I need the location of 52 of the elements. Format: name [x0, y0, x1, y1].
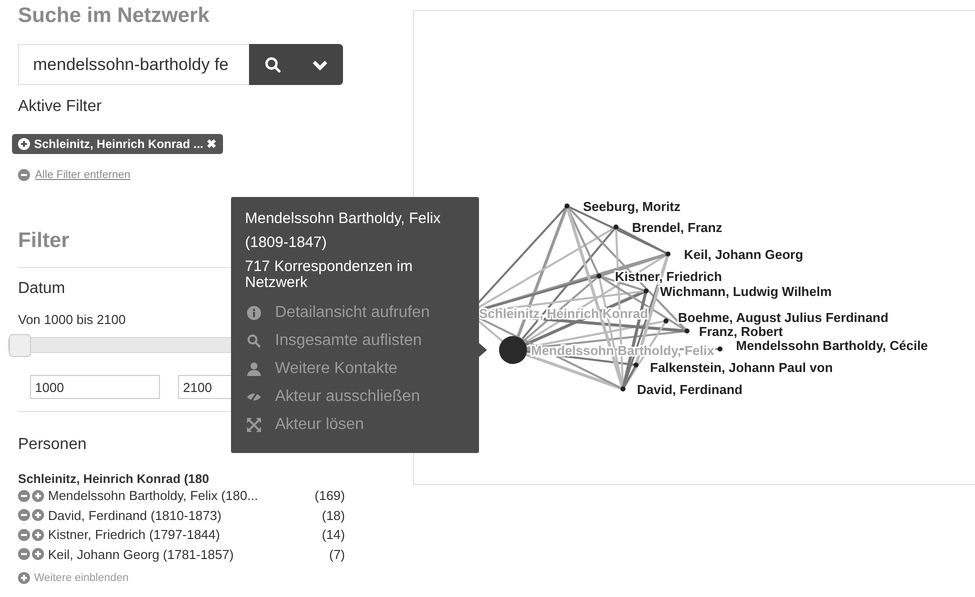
person-name[interactable]: Keil, Johann Georg (1781-1857): [48, 546, 328, 562]
minus-circle-icon[interactable]: [18, 509, 30, 522]
dropdown-button[interactable]: [296, 44, 343, 85]
minus-circle-icon[interactable]: [18, 528, 30, 541]
node-label: Mendelssohn Bartholdy, Cécile: [736, 338, 928, 353]
search-icon: [247, 334, 261, 348]
remove-filters-link[interactable]: Alle Filter entfernen: [35, 169, 130, 181]
minus-circle-icon[interactable]: [18, 490, 30, 502]
person-count: (7): [329, 546, 345, 562]
tooltip-name: Mendelssohn Bartholdy, Felix: [245, 211, 442, 227]
section-title: Filter: [18, 229, 70, 254]
minus-circle-icon[interactable]: [18, 169, 30, 181]
plus-circle-icon: [18, 138, 30, 150]
search-field[interactable]: mendelssohn-bartholdy fe: [18, 44, 249, 85]
person-count: (18): [322, 508, 345, 523]
plus-circle-icon[interactable]: [32, 509, 44, 522]
tooltip-dates: (1809-1847): [245, 235, 328, 251]
minus-circle-icon[interactable]: [18, 548, 30, 560]
person-name[interactable]: David, Ferdinand (1810-1873): [48, 508, 320, 523]
node-label: Brendel, Franz: [632, 220, 722, 235]
slider-thumb[interactable]: [9, 334, 31, 357]
section-title: Suche im Netzwerk: [18, 4, 210, 29]
search-icon: [264, 56, 280, 72]
from-field[interactable]: 1000: [30, 375, 160, 399]
node-label: Keil, Johann Georg: [684, 247, 804, 262]
node-label: Kistner, Friedrich: [615, 269, 722, 284]
search-button[interactable]: [249, 44, 296, 85]
section-heading: Datum: [18, 280, 66, 298]
node-label: Seeburg, Moritz: [583, 199, 681, 214]
focus-person: Schleinitz, Heinrich Konrad (180: [18, 472, 210, 486]
node-label: Falkenstein, Johann Paul von: [650, 360, 833, 375]
plus-circle-icon[interactable]: [32, 490, 44, 502]
user-icon: [247, 362, 261, 376]
arrows-icon: [247, 418, 261, 432]
plus-circle-icon[interactable]: [32, 528, 44, 541]
person-name[interactable]: Kistner, Friedrich (1797-1844): [48, 527, 320, 542]
range-label: Von 1000 bis 2100: [18, 312, 126, 327]
node-label: Wichmann, Ludwig Wilhelm: [660, 284, 832, 299]
tooltip-summary: 717 Korrespondenzen im Netzwerk: [245, 259, 414, 291]
node-label: David, Ferdinand: [637, 382, 742, 397]
person-count: (14): [322, 527, 345, 542]
section-heading: Aktive Filter: [18, 98, 102, 116]
node-label: Franz, Robert: [699, 324, 783, 339]
section-heading: Personen: [18, 436, 86, 454]
person-count: (169): [314, 488, 345, 504]
filter-chip[interactable]: Schleinitz, Heinrich Konrad ... ✖: [12, 134, 223, 154]
chevron-down-icon: [312, 58, 328, 70]
node-label: Boehme, August Julius Ferdinand: [678, 310, 888, 325]
person-name[interactable]: Mendelssohn Bartholdy, Felix (180...: [48, 488, 313, 504]
info-icon: [247, 306, 261, 320]
plus-circle-icon[interactable]: [32, 548, 44, 560]
plus-circle-icon[interactable]: [18, 572, 30, 584]
